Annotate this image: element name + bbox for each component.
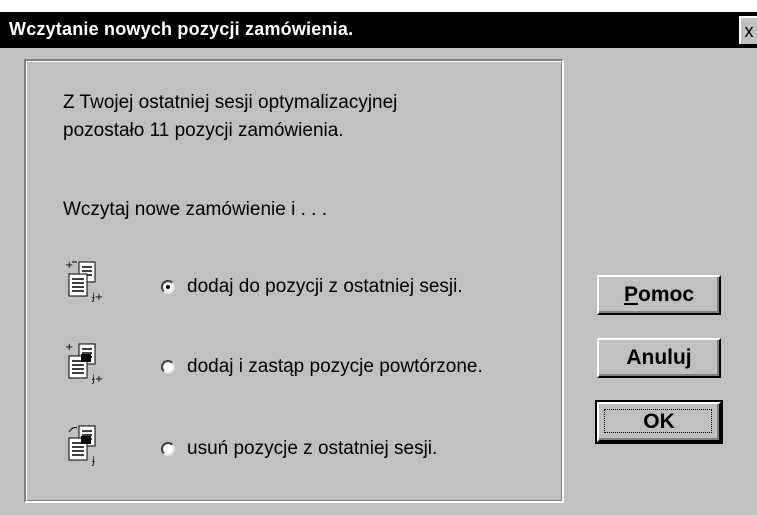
ok-button-label: OK — [643, 410, 675, 433]
title-bar[interactable]: Wczytanie nowych pozycji zamówienia. x — [0, 12, 757, 48]
ok-button[interactable]: OK — [595, 400, 723, 444]
info-message-line-2: pozostało 11 pozycji zamówienia. — [63, 120, 344, 141]
add-items-icon: + ɉ+ — [65, 260, 103, 303]
info-message: Z Twojej ostatniej sesji optymalizacyjne… — [63, 89, 397, 145]
option-remove-radio[interactable] — [161, 442, 175, 456]
help-button-label: Pomoc — [623, 283, 695, 306]
dialog-window: Wczytanie nowych pozycji zamówienia. x Z… — [0, 12, 757, 515]
svg-text:+: + — [65, 342, 73, 353]
load-prompt: Wczytaj nowe zamówienie i . . . — [63, 199, 327, 220]
options-group: Z Twojej ostatniej sesji optymalizacyjne… — [24, 59, 564, 503]
remove-items-icon: ɉ — [68, 425, 96, 467]
add-replace-items-icon: + ɉ+ — [65, 342, 103, 385]
option-add-replace-row[interactable]: dodaj i zastąp pozycje powtórzone. — [161, 354, 483, 380]
cancel-button-label: Anuluj — [626, 346, 692, 369]
svg-text:ɉ: ɉ — [91, 456, 95, 467]
option-add-replace-label: dodaj i zastąp pozycje powtórzone. — [187, 356, 483, 377]
info-message-line-1: Z Twojej ostatniej sesji optymalizacyjne… — [63, 92, 398, 113]
option-add-label: dodaj do pozycji z ostatniej sesji. — [187, 276, 463, 297]
close-button[interactable]: x — [739, 16, 757, 44]
svg-text:ɉ+: ɉ+ — [91, 292, 103, 303]
option-add-radio[interactable] — [161, 280, 175, 294]
help-button[interactable]: Pomoc — [597, 275, 721, 315]
cancel-button[interactable]: Anuluj — [597, 338, 721, 378]
option-add-replace-radio[interactable] — [161, 360, 175, 374]
dialog-title: Wczytanie nowych pozycji zamówienia. — [9, 19, 354, 39]
option-remove-label: usuń pozycje z ostatniej sesji. — [187, 438, 438, 459]
option-remove-row[interactable]: usuń pozycje z ostatniej sesji. — [161, 436, 437, 462]
close-icon: x — [744, 21, 754, 41]
svg-text:ɉ+: ɉ+ — [91, 374, 103, 385]
option-add-row[interactable]: dodaj do pozycji z ostatniej sesji. — [161, 274, 463, 300]
